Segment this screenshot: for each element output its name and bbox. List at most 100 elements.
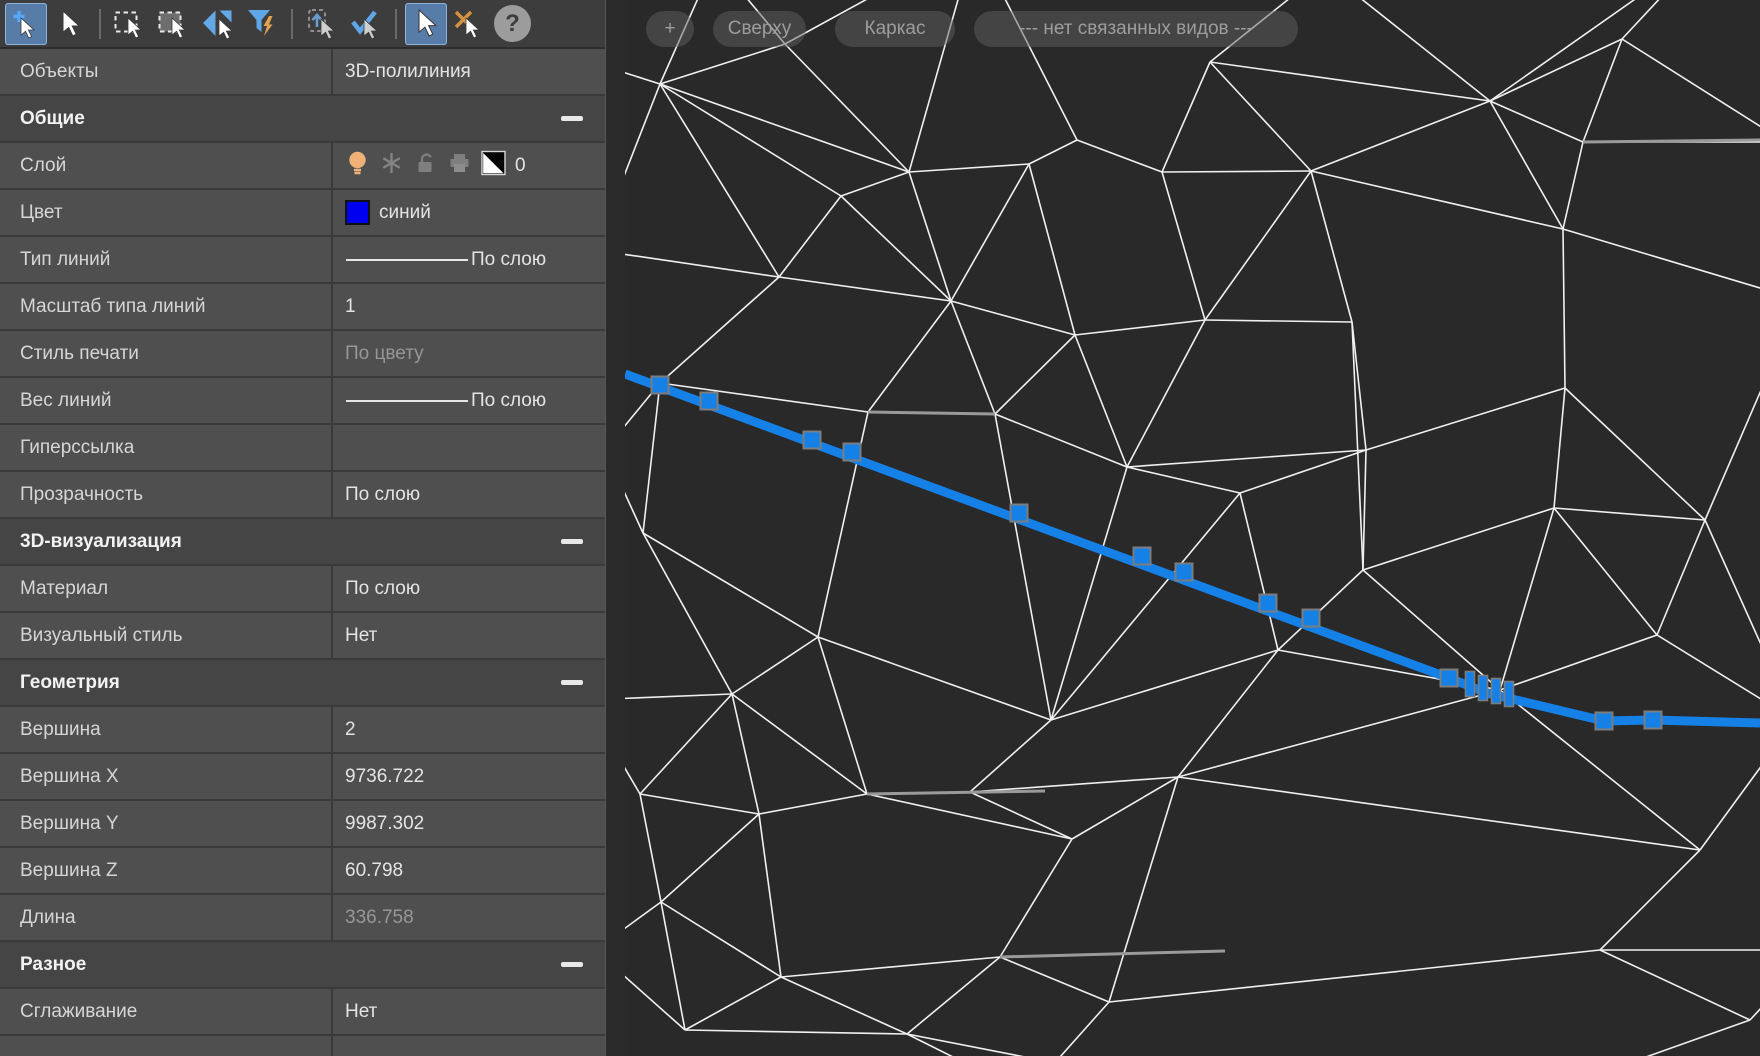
mesh-edge xyxy=(818,637,1051,720)
deselect-tool-icon xyxy=(452,6,488,42)
mesh-edge xyxy=(841,172,909,196)
mesh-edge xyxy=(1210,62,1311,171)
deselect-tool[interactable] xyxy=(449,3,491,45)
toolbar-divider xyxy=(395,9,397,39)
mesh-edge xyxy=(1500,635,1657,690)
vertex-grip[interactable] xyxy=(701,393,718,410)
vertex-grip[interactable] xyxy=(1441,670,1458,687)
property-value[interactable]: Нет xyxy=(333,989,605,1034)
property-label: Вершина Z xyxy=(0,848,333,893)
crossing-selection-tool-icon xyxy=(156,6,192,42)
property-value[interactable]: 3D-полилиния xyxy=(333,49,605,94)
visual-style-button[interactable]: Каркас xyxy=(835,11,955,47)
add-to-selection-tool[interactable] xyxy=(5,3,47,45)
stretch-grip[interactable] xyxy=(1466,672,1475,697)
property-value[interactable]: синий xyxy=(333,190,605,235)
vertex-grip[interactable] xyxy=(652,377,669,394)
property-label: Масштаб типа линий xyxy=(0,284,333,329)
add-to-selection-tool-icon xyxy=(8,6,44,42)
view-direction-button[interactable]: Сверху xyxy=(713,11,806,47)
property-value[interactable]: 9987.302 xyxy=(333,801,605,846)
layer-freeze-icon[interactable] xyxy=(379,150,404,182)
property-value[interactable] xyxy=(333,425,605,470)
layer-on-bulb-icon[interactable] xyxy=(345,150,370,182)
mesh-edge xyxy=(640,794,661,902)
section-title: 3D-визуализация xyxy=(20,531,182,553)
mesh-edge xyxy=(1000,839,1072,957)
property-row: МатериалПо слою xyxy=(0,566,605,613)
crossing-selection-tool[interactable] xyxy=(153,3,195,45)
raise-selection-tool[interactable] xyxy=(301,3,343,45)
property-row: Вершина2 xyxy=(0,707,605,754)
vertex-grip[interactable] xyxy=(1134,548,1151,565)
property-label: Вес линий xyxy=(0,378,333,423)
property-row: ПрозрачностьПо слою xyxy=(0,472,605,519)
property-value[interactable] xyxy=(333,1036,605,1056)
quick-filter-tool[interactable] xyxy=(241,3,283,45)
property-row: Вес линийПо слою xyxy=(0,378,605,425)
mesh-edge xyxy=(625,694,732,700)
property-value[interactable]: По цвету xyxy=(333,331,605,376)
stretch-grip[interactable] xyxy=(1479,676,1488,701)
property-label: Гиперссылка xyxy=(0,425,333,470)
property-value[interactable]: По слою xyxy=(333,237,605,282)
collapse-section-button[interactable] xyxy=(561,539,583,544)
property-label xyxy=(0,1036,333,1056)
model-viewport[interactable]: + Сверху Каркас --- нет связанных видов --- xyxy=(625,0,1760,1056)
collapse-section-button[interactable] xyxy=(561,962,583,967)
mesh-edge xyxy=(1029,140,1077,164)
property-row: Вершина Z60.798 xyxy=(0,848,605,895)
linetype-sample-icon xyxy=(345,397,469,405)
property-value[interactable]: 0 xyxy=(333,143,605,188)
linetype-sample-icon xyxy=(345,256,469,264)
property-value[interactable]: 336.758 xyxy=(333,895,605,940)
collapse-section-button[interactable] xyxy=(561,116,583,121)
help-button[interactable]: ? xyxy=(494,5,531,42)
property-value[interactable]: Нет xyxy=(333,613,605,658)
vertex-grip[interactable] xyxy=(1176,564,1193,581)
vertex-grip[interactable] xyxy=(1303,610,1320,627)
color-swatch[interactable] xyxy=(345,200,370,225)
toolbar-divider xyxy=(291,9,293,39)
vertex-grip[interactable] xyxy=(1260,595,1277,612)
selected-3d-polyline[interactable] xyxy=(625,374,1760,723)
confirm-selection-tool[interactable] xyxy=(345,3,387,45)
mesh-edge xyxy=(1051,650,1278,720)
mesh-edge xyxy=(785,44,909,172)
select-cursor-tool[interactable] xyxy=(49,3,91,45)
pointer-tool[interactable] xyxy=(405,3,447,45)
property-label: Материал xyxy=(0,566,333,611)
property-value[interactable]: 9736.722 xyxy=(333,754,605,799)
mesh-edge xyxy=(625,950,685,1030)
window-selection-tool[interactable] xyxy=(109,3,151,45)
linked-views-button[interactable]: --- нет связанных видов --- xyxy=(974,11,1298,47)
vertex-grip[interactable] xyxy=(1011,505,1028,522)
vertex-grip[interactable] xyxy=(804,432,821,449)
stretch-grip[interactable] xyxy=(1492,679,1501,704)
property-value[interactable]: По слою xyxy=(333,566,605,611)
mesh-edge xyxy=(660,277,779,383)
invert-selection-tool[interactable] xyxy=(197,3,239,45)
mesh-edge xyxy=(818,637,867,794)
collapse-section-button[interactable] xyxy=(561,680,583,685)
property-value[interactable]: По слою xyxy=(333,472,605,517)
stretch-grip[interactable] xyxy=(1505,682,1514,707)
mesh-edge xyxy=(661,902,781,977)
property-value[interactable]: 60.798 xyxy=(333,848,605,893)
mesh-edge xyxy=(1554,388,1565,508)
linetype-value: По слою xyxy=(471,249,546,271)
mesh-edge xyxy=(1563,142,1583,229)
vertex-grip[interactable] xyxy=(1596,713,1613,730)
layer-print-icon[interactable] xyxy=(447,150,472,182)
palette-splitter[interactable] xyxy=(605,0,625,1056)
property-value[interactable]: 2 xyxy=(333,707,605,752)
layer-lock-icon[interactable] xyxy=(413,150,438,182)
vertex-grip[interactable] xyxy=(844,444,861,461)
property-value[interactable]: По слою xyxy=(333,378,605,423)
layer-colors-icon[interactable] xyxy=(481,150,506,182)
viewport-plus-button[interactable]: + xyxy=(646,11,694,47)
property-value[interactable]: 1 xyxy=(333,284,605,329)
mesh-edge xyxy=(643,533,732,694)
vertex-grip[interactable] xyxy=(1645,712,1662,729)
mesh-edge xyxy=(625,84,660,250)
